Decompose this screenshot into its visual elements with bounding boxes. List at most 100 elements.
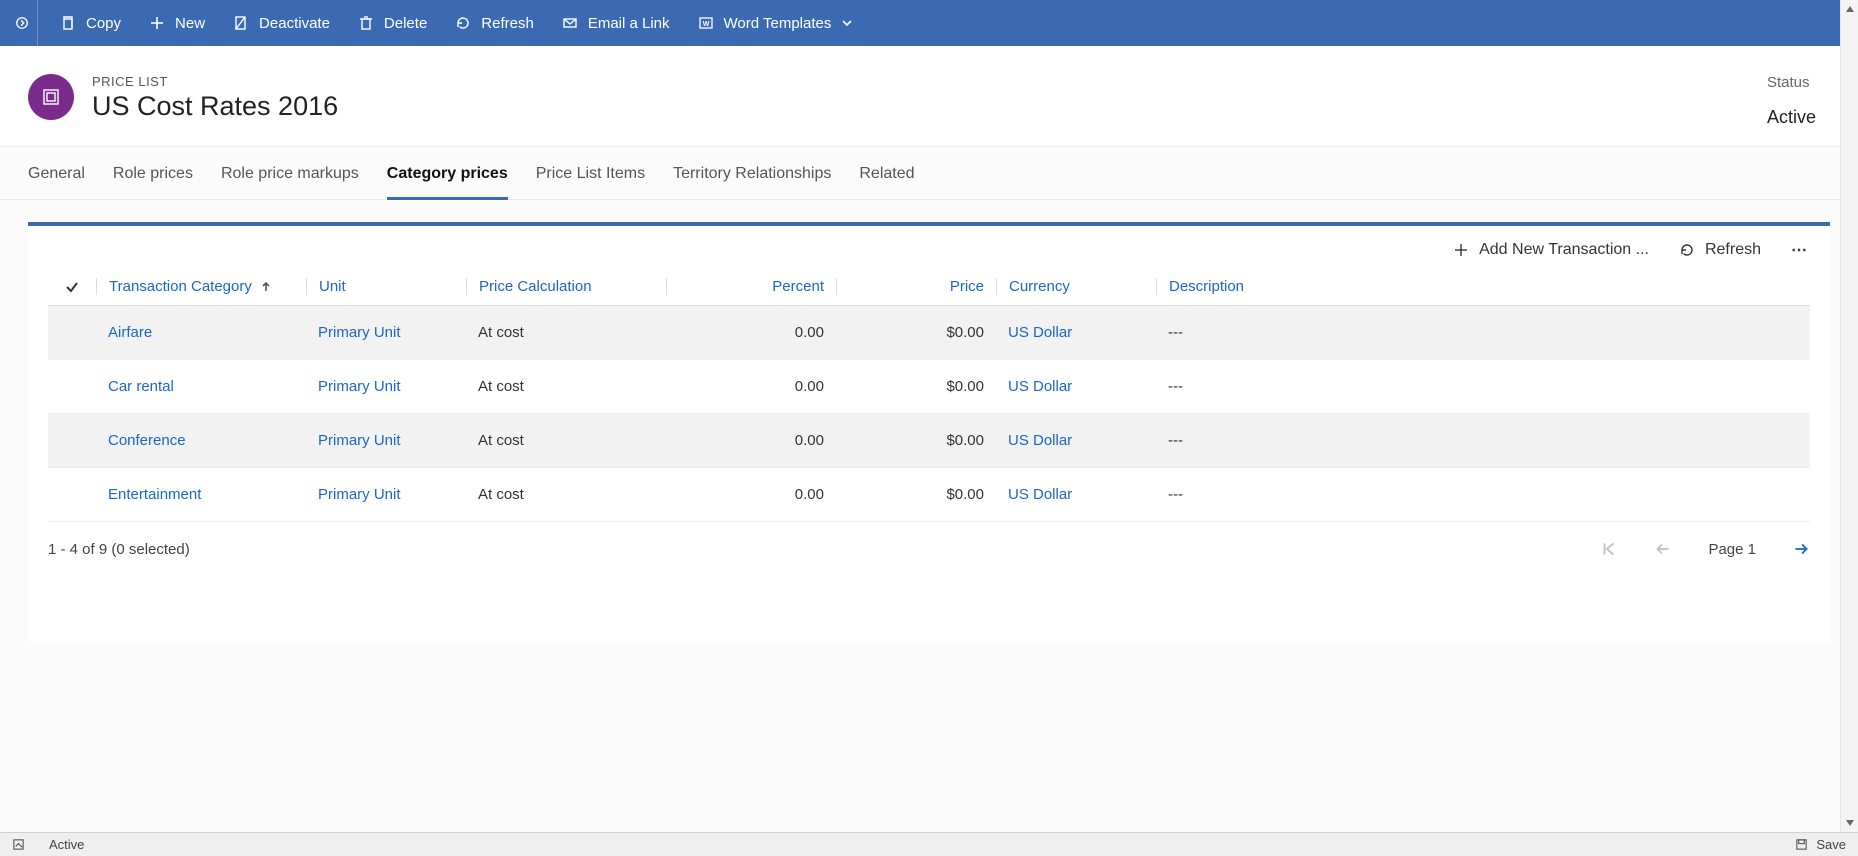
new-label: New (175, 15, 205, 32)
tab-role-prices[interactable]: Role prices (113, 165, 193, 199)
pager-page-label: Page 1 (1708, 541, 1756, 558)
col-description-label: Description (1169, 278, 1244, 295)
cell-price-calc: At cost (466, 378, 666, 395)
cell-currency[interactable]: US Dollar (996, 486, 1156, 503)
cell-price-calc: At cost (466, 324, 666, 341)
grid-body: AirfarePrimary UnitAt cost0.00$0.00US Do… (48, 306, 1810, 522)
cell-transaction-category[interactable]: Entertainment (96, 486, 306, 503)
cell-transaction-category[interactable]: Conference (96, 432, 306, 449)
add-new-transaction-button[interactable]: Add New Transaction ... (1453, 241, 1649, 259)
save-button[interactable]: Save (1795, 837, 1846, 852)
scroll-up-icon[interactable] (1841, 0, 1858, 18)
cell-percent: 0.00 (666, 324, 836, 341)
tab-territory-relationships[interactable]: Territory Relationships (673, 165, 831, 199)
deactivate-icon (233, 15, 249, 31)
col-description[interactable]: Description (1156, 278, 1810, 295)
col-percent-label: Percent (772, 278, 824, 295)
save-label: Save (1816, 837, 1846, 852)
content-area: Add New Transaction ... Refresh ⋯ Transa… (0, 200, 1858, 832)
email-link-label: Email a Link (588, 15, 670, 32)
tab-role-price-markups[interactable]: Role price markups (221, 165, 359, 199)
cmd-refresh-button[interactable]: Refresh (441, 0, 548, 46)
cmd-refresh-label: Refresh (481, 15, 534, 32)
deactivate-button[interactable]: Deactivate (219, 0, 344, 46)
col-price-label: Price (950, 278, 984, 295)
col-price-calc-label: Price Calculation (479, 278, 592, 295)
pager-next-button[interactable] (1792, 540, 1810, 558)
table-row[interactable]: ConferencePrimary UnitAt cost0.00$0.00US… (48, 414, 1810, 468)
svg-text:W: W (702, 21, 709, 28)
delete-label: Delete (384, 15, 427, 32)
cell-description: --- (1156, 486, 1810, 503)
cell-unit[interactable]: Primary Unit (306, 378, 466, 395)
grid-header-row: Transaction Category Unit Price Calculat… (48, 268, 1810, 306)
expand-panel-button[interactable] (6, 0, 38, 46)
word-templates-button[interactable]: W Word Templates (684, 0, 868, 46)
status-edit-icon[interactable] (12, 838, 25, 851)
refresh-icon (1679, 242, 1695, 258)
col-unit[interactable]: Unit (306, 278, 466, 295)
select-all-checkbox[interactable] (48, 279, 96, 295)
trash-icon (358, 15, 374, 31)
grid-toolbar: Add New Transaction ... Refresh ⋯ (28, 226, 1830, 264)
grid-refresh-label: Refresh (1705, 241, 1761, 259)
cell-transaction-category[interactable]: Car rental (96, 378, 306, 395)
vertical-scrollbar[interactable] (1840, 0, 1858, 832)
cell-transaction-category[interactable]: Airfare (96, 324, 306, 341)
category-prices-grid: Add New Transaction ... Refresh ⋯ Transa… (28, 222, 1830, 642)
col-percent[interactable]: Percent (666, 278, 836, 295)
cell-price: $0.00 (836, 432, 996, 449)
col-transaction-category-label: Transaction Category (109, 278, 252, 295)
new-button[interactable]: New (135, 0, 219, 46)
tab-general[interactable]: General (28, 165, 85, 199)
pager: Page 1 (1600, 540, 1810, 558)
pager-first-button[interactable] (1600, 540, 1618, 558)
cell-price: $0.00 (836, 378, 996, 395)
col-price-calc[interactable]: Price Calculation (466, 278, 666, 295)
cell-currency[interactable]: US Dollar (996, 324, 1156, 341)
cell-unit[interactable]: Primary Unit (306, 486, 466, 503)
cell-price: $0.00 (836, 486, 996, 503)
cell-percent: 0.00 (666, 378, 836, 395)
grid-refresh-button[interactable]: Refresh (1679, 241, 1761, 259)
grid-more-button[interactable]: ⋯ (1791, 240, 1810, 260)
record-header: PRICE LIST US Cost Rates 2016 Status Act… (0, 46, 1858, 147)
cell-description: --- (1156, 378, 1810, 395)
col-price[interactable]: Price (836, 278, 996, 295)
word-icon: W (698, 15, 714, 31)
chevron-down-icon (841, 17, 853, 29)
status-label: Status (1767, 74, 1816, 91)
sort-asc-icon (260, 281, 272, 293)
cell-price: $0.00 (836, 324, 996, 341)
tab-price-list-items[interactable]: Price List Items (536, 165, 645, 199)
cell-currency[interactable]: US Dollar (996, 378, 1156, 395)
email-icon (562, 15, 578, 31)
email-link-button[interactable]: Email a Link (548, 0, 684, 46)
cell-percent: 0.00 (666, 486, 836, 503)
cell-currency[interactable]: US Dollar (996, 432, 1156, 449)
grid-footer: 1 - 4 of 9 (0 selected) Page 1 (48, 540, 1810, 572)
add-new-label: Add New Transaction ... (1479, 241, 1649, 259)
grid-record-count: 1 - 4 of 9 (0 selected) (48, 541, 190, 558)
col-currency-label: Currency (1009, 278, 1070, 295)
form-tabs: General Role prices Role price markups C… (0, 147, 1858, 200)
col-transaction-category[interactable]: Transaction Category (96, 278, 306, 295)
word-templates-label: Word Templates (724, 15, 832, 32)
table-row[interactable]: EntertainmentPrimary UnitAt cost0.00$0.0… (48, 468, 1810, 522)
pager-prev-button[interactable] (1654, 540, 1672, 558)
status-value: Active (1767, 107, 1816, 128)
copy-button[interactable]: Copy (46, 0, 135, 46)
scroll-down-icon[interactable] (1841, 814, 1858, 832)
delete-button[interactable]: Delete (344, 0, 441, 46)
cell-unit[interactable]: Primary Unit (306, 324, 466, 341)
cell-unit[interactable]: Primary Unit (306, 432, 466, 449)
tab-related[interactable]: Related (859, 165, 914, 199)
copy-label: Copy (86, 15, 121, 32)
status-state: Active (49, 837, 84, 852)
tab-category-prices[interactable]: Category prices (387, 165, 508, 200)
cell-description: --- (1156, 324, 1810, 341)
plus-icon (1453, 242, 1469, 258)
col-currency[interactable]: Currency (996, 278, 1156, 295)
table-row[interactable]: Car rentalPrimary UnitAt cost0.00$0.00US… (48, 360, 1810, 414)
table-row[interactable]: AirfarePrimary UnitAt cost0.00$0.00US Do… (48, 306, 1810, 360)
